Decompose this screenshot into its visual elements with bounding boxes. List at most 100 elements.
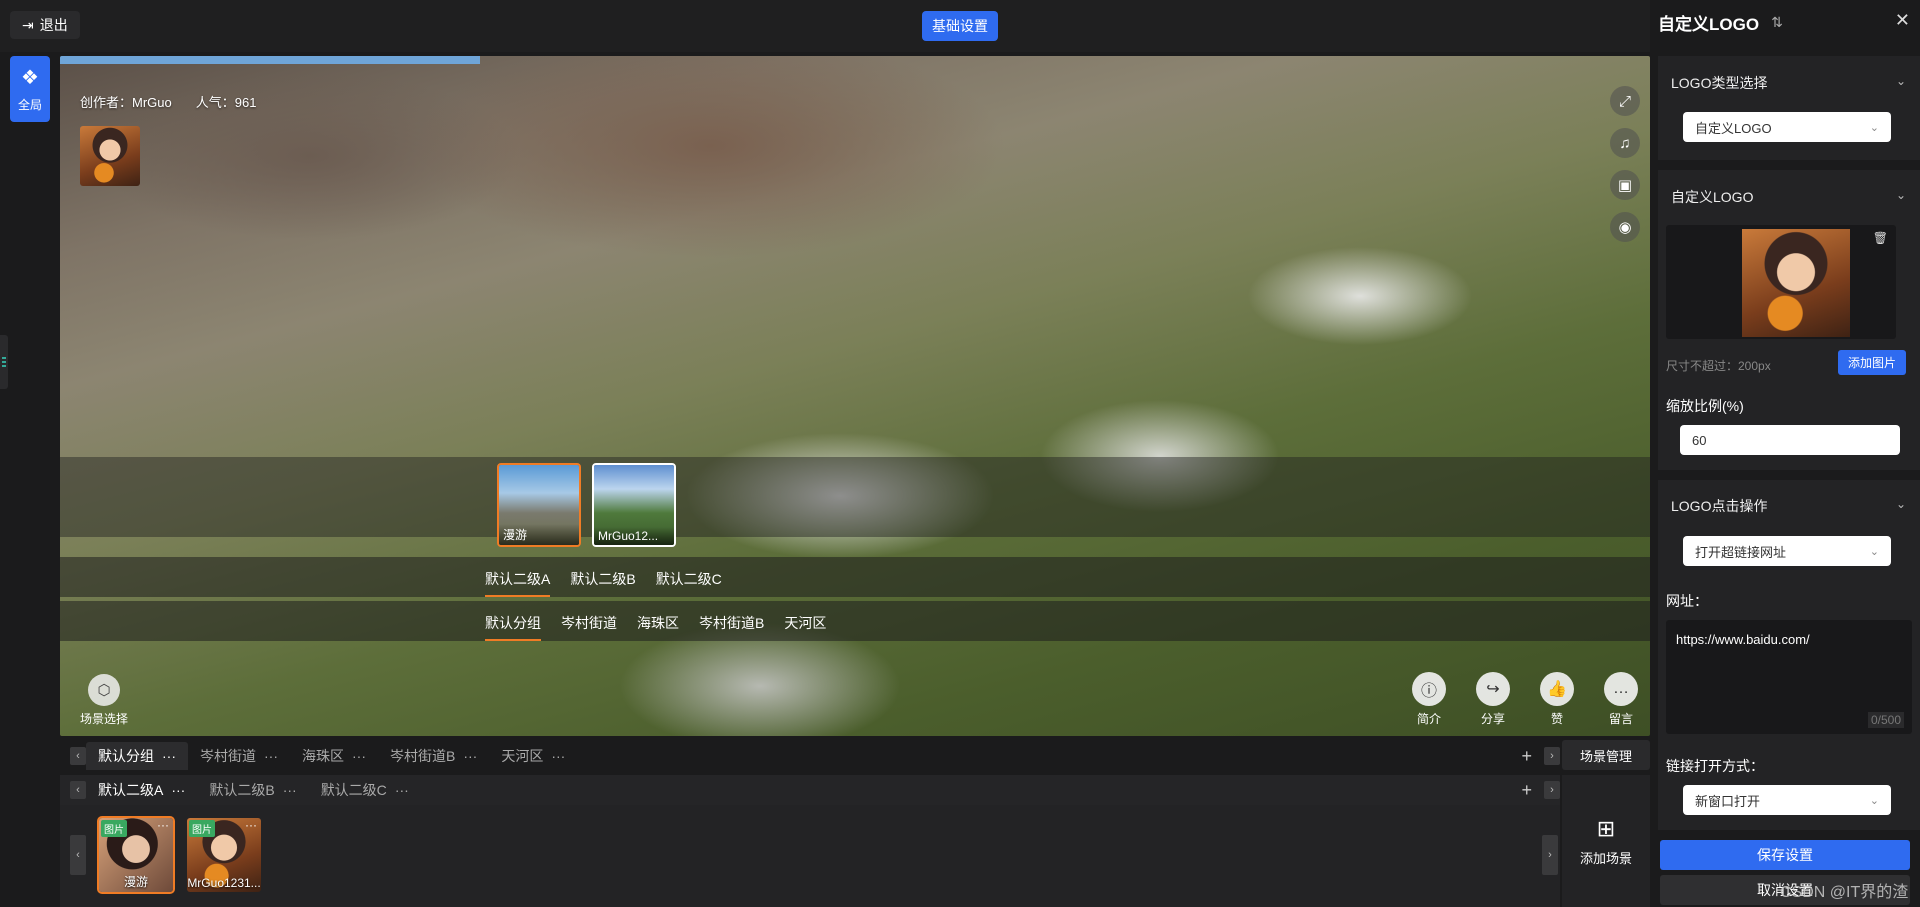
url-label: 网址： bbox=[1666, 593, 1708, 609]
select-value: 新窗口打开 bbox=[1695, 793, 1761, 809]
more-icon[interactable]: ··· bbox=[162, 748, 176, 764]
fullscreen-icon[interactable]: ⤢ bbox=[1610, 86, 1640, 116]
music-icon[interactable]: ♫ bbox=[1610, 128, 1640, 158]
scale-input[interactable]: 60 bbox=[1680, 425, 1900, 455]
add-scene-button[interactable]: ⊞ 添加场景 bbox=[1562, 775, 1650, 907]
group-tab[interactable]: 海珠区 bbox=[637, 613, 679, 641]
group-tab[interactable]: 默认分组 bbox=[485, 613, 541, 641]
add-scene-icon: ⊞ bbox=[1596, 815, 1616, 841]
sub-tab[interactable]: 默认二级C bbox=[656, 569, 722, 597]
group-bar: 默认分组 岑村街道 海珠区 岑村街道B 天河区 bbox=[60, 601, 1650, 641]
url-textarea[interactable]: https://www.baidu.com/ 0/500 bbox=[1666, 620, 1912, 734]
intro-label: 简介 bbox=[1416, 712, 1441, 726]
more-icon[interactable]: ··· bbox=[463, 748, 477, 764]
manager-group-tab[interactable]: 天河区 ··· bbox=[489, 742, 577, 770]
scene-select-button[interactable]: ⬡ 场景选择 bbox=[80, 674, 128, 727]
more-icon[interactable]: ··· bbox=[245, 818, 257, 832]
scene-thumb-label: MrGuo12... bbox=[594, 527, 674, 545]
sky-strip bbox=[60, 56, 480, 64]
intro-button[interactable]: ⓘ 简介 bbox=[1412, 672, 1446, 727]
section-title: LOGO类型选择 bbox=[1671, 75, 1768, 91]
add-image-button[interactable]: 添加图片 bbox=[1838, 350, 1906, 375]
trash-icon[interactable]: 🗑 bbox=[1873, 231, 1888, 245]
close-icon[interactable]: ✕ bbox=[1895, 10, 1910, 31]
group-tab[interactable]: 岑村街道 bbox=[561, 613, 617, 641]
custom-logo[interactable] bbox=[80, 126, 140, 186]
sub-tab[interactable]: 默认二级B bbox=[570, 569, 635, 597]
scroll-right-button[interactable]: › bbox=[1542, 835, 1558, 875]
scene-manage-button[interactable]: 场景管理 bbox=[1562, 740, 1650, 770]
cube-icon: ⬡ bbox=[88, 674, 120, 706]
panorama-viewer[interactable]: 创作者：MrGuo 人气：961 ⤢ ♫ ▣ ◉ 漫游 MrGuo12... 默… bbox=[60, 56, 1650, 736]
more-icon[interactable]: ··· bbox=[551, 748, 565, 764]
scroll-left-button[interactable]: ‹ bbox=[70, 781, 86, 799]
group-tab[interactable]: 天河区 bbox=[784, 613, 826, 641]
sub-tab[interactable]: 默认二级A bbox=[485, 569, 551, 597]
section-title: LOGO点击操作 bbox=[1671, 498, 1768, 514]
panel-title: 自定义LOGO bbox=[1658, 14, 1760, 34]
manager-group-tab[interactable]: 海珠区 ··· bbox=[290, 742, 378, 770]
side-drawer-handle[interactable] bbox=[0, 335, 8, 389]
group-tab-row: ‹ 默认分组 ··· 岑村街道 ··· 海珠区 ··· 岑村街道B ··· 天河区 ···… bbox=[60, 740, 1560, 772]
scene-card[interactable]: 图片 ··· 漫游 bbox=[97, 816, 175, 894]
logo-type-select[interactable]: 自定义LOGO ⌄ bbox=[1683, 112, 1891, 142]
scene-thumb[interactable]: 漫游 bbox=[497, 463, 581, 547]
scene-type-badge: 图片 bbox=[101, 820, 127, 837]
manager-group-tab[interactable]: 岑村街道B ··· bbox=[378, 742, 489, 770]
logo-settings-panel: 自定义LOGO ⇅ ✕ LOGO类型选择 ⌄ 自定义LOGO ⌄ 自定义LOGO… bbox=[1650, 0, 1920, 907]
scroll-left-button[interactable]: ‹ bbox=[70, 747, 86, 765]
sort-icon[interactable]: ⇅ bbox=[1771, 14, 1783, 31]
basic-settings-button[interactable]: 基础设置 bbox=[922, 11, 998, 41]
viewer-tools: ⤢ ♫ ▣ ◉ bbox=[1610, 86, 1640, 242]
scroll-right-button[interactable]: › bbox=[1544, 747, 1560, 765]
global-label: 全局 bbox=[17, 98, 42, 112]
manager-sub-tab[interactable]: 默认二级A ··· bbox=[86, 776, 197, 804]
logo-image bbox=[1742, 229, 1850, 337]
exit-label: 退出 bbox=[39, 17, 68, 33]
manager-group-tab[interactable]: 默认分组 ··· bbox=[86, 742, 188, 770]
add-sub-group-icon[interactable]: + bbox=[1521, 780, 1532, 801]
manager-sub-tab[interactable]: 默认二级C ··· bbox=[309, 776, 421, 804]
popularity-label: 人气：961 bbox=[195, 95, 257, 110]
chevron-down-icon[interactable]: ⌄ bbox=[1896, 74, 1906, 88]
group-tab[interactable]: 岑村街道B bbox=[699, 613, 764, 641]
tab-label: 天河区 bbox=[501, 748, 544, 764]
scene-card[interactable]: 图片 ··· MrGuo1231... bbox=[185, 816, 263, 894]
manager-sub-tab[interactable]: 默认二级B ··· bbox=[197, 776, 308, 804]
more-icon[interactable]: ··· bbox=[264, 748, 278, 764]
click-action-select[interactable]: 打开超链接网址 ⌄ bbox=[1683, 536, 1891, 566]
exit-button[interactable]: ⇥ 退出 bbox=[10, 11, 80, 39]
open-mode-select[interactable]: 新窗口打开 ⌄ bbox=[1683, 785, 1891, 815]
chevron-down-icon[interactable]: ⌄ bbox=[1896, 188, 1906, 202]
tab-label: 岑村街道 bbox=[200, 748, 256, 764]
global-button[interactable]: ❖ 全局 bbox=[10, 56, 50, 122]
like-icon: 👍 bbox=[1540, 672, 1574, 706]
url-value: https://www.baidu.com/ bbox=[1676, 632, 1810, 647]
scroll-left-button[interactable]: ‹ bbox=[70, 835, 86, 875]
manager-group-tab[interactable]: 岑村街道 ··· bbox=[188, 742, 290, 770]
more-icon[interactable]: ··· bbox=[283, 782, 297, 798]
more-icon[interactable]: ··· bbox=[157, 818, 169, 832]
scene-select-label: 场景选择 bbox=[80, 712, 129, 726]
watermark: CSDN @IT界的渣 bbox=[1780, 884, 1909, 901]
like-button[interactable]: 👍 赞 bbox=[1540, 672, 1574, 727]
share-label: 分享 bbox=[1480, 712, 1505, 726]
comment-button[interactable]: … 留言 bbox=[1604, 672, 1638, 727]
tab-label: 海珠区 bbox=[302, 748, 344, 764]
share-button[interactable]: ↪ 分享 bbox=[1476, 672, 1510, 727]
more-icon[interactable]: ··· bbox=[395, 782, 409, 798]
more-icon[interactable]: ··· bbox=[171, 782, 185, 798]
scroll-right-button[interactable]: › bbox=[1544, 781, 1560, 799]
eye-icon[interactable]: ◉ bbox=[1610, 212, 1640, 242]
size-hint: 尺寸不超过：200px bbox=[1666, 359, 1771, 373]
more-icon[interactable]: ··· bbox=[352, 748, 366, 764]
save-button[interactable]: 保存设置 bbox=[1660, 840, 1910, 870]
logo-image-preview[interactable]: 🗑 bbox=[1666, 225, 1896, 339]
chevron-down-icon[interactable]: ⌄ bbox=[1896, 497, 1906, 511]
sub-group-bar: 默认二级A 默认二级B 默认二级C bbox=[60, 557, 1650, 597]
vr-icon[interactable]: ▣ bbox=[1610, 170, 1640, 200]
scene-thumb-label: 漫游 bbox=[499, 524, 579, 545]
scene-thumb[interactable]: MrGuo12... bbox=[592, 463, 676, 547]
add-group-icon[interactable]: + bbox=[1521, 746, 1532, 767]
sub-tab-row: ‹ 默认二级A ··· 默认二级B ··· 默认二级C ··· + › bbox=[60, 775, 1560, 805]
